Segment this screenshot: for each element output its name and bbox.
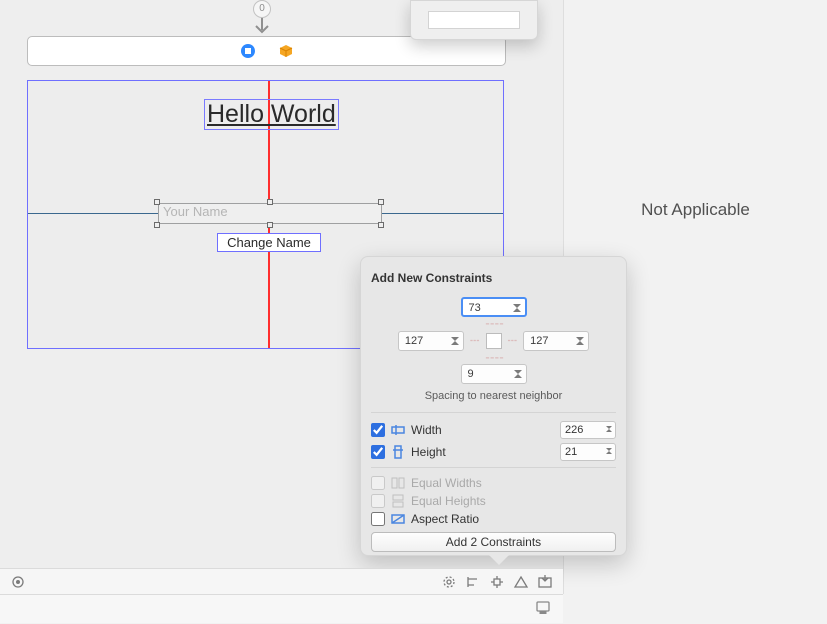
width-value-field[interactable]: 226 xyxy=(560,421,616,439)
top-connector[interactable]: ┊ xyxy=(484,319,503,329)
update-frames-icon[interactable] xyxy=(437,575,461,589)
device-bar xyxy=(0,594,563,623)
trailing-spacing-field[interactable]: 127 xyxy=(523,331,589,351)
device-config-icon[interactable] xyxy=(535,600,551,619)
change-name-button[interactable]: Change Name xyxy=(217,233,321,252)
hello-world-label[interactable]: Hello World xyxy=(204,99,339,130)
constraint-center-box xyxy=(486,333,502,349)
height-value-field[interactable]: 21 xyxy=(560,443,616,461)
name-textfield[interactable]: Your Name xyxy=(158,203,382,224)
canvas-bottom-toolbar xyxy=(0,568,563,594)
popover-title: Add New Constraints xyxy=(371,271,616,285)
adjust-options-icon[interactable] xyxy=(6,575,30,589)
equal-widths-label: Equal Widths xyxy=(411,476,616,490)
width-row: Width 226 xyxy=(371,421,616,439)
selection-handle[interactable] xyxy=(154,199,160,205)
top-spacing-field[interactable]: 73 xyxy=(461,297,527,317)
view-controller-icon[interactable] xyxy=(240,43,256,59)
bottom-connector[interactable]: ┊ xyxy=(484,353,503,363)
width-checkbox[interactable] xyxy=(371,423,385,437)
floating-preview-inner xyxy=(428,11,520,29)
segue-badge: 0 xyxy=(253,0,271,18)
selection-handle[interactable] xyxy=(267,199,273,205)
equal-heights-checkbox xyxy=(371,494,385,508)
equal-heights-label: Equal Heights xyxy=(411,494,616,508)
selection-handle[interactable] xyxy=(378,199,384,205)
height-label: Height xyxy=(411,445,554,459)
aspect-ratio-checkbox[interactable] xyxy=(371,512,385,526)
resolve-issues-icon[interactable] xyxy=(509,575,533,589)
scene-header-toolbar xyxy=(27,36,506,66)
leading-spacing-field[interactable]: 127 xyxy=(398,331,464,351)
height-checkbox[interactable] xyxy=(371,445,385,459)
add-constraints-popover: Add New Constraints 73 ┊ 127 ┄ ┄ 127 ┊ 9… xyxy=(360,256,627,556)
equal-heights-row: Equal Heights xyxy=(371,494,616,508)
height-icon xyxy=(391,445,405,459)
segue-arrow: 0 xyxy=(252,0,272,36)
selection-handle[interactable] xyxy=(267,222,273,228)
align-icon[interactable] xyxy=(461,575,485,589)
equal-heights-icon xyxy=(391,494,405,508)
add-constraints-button[interactable]: Add 2 Constraints xyxy=(371,532,616,552)
first-responder-icon[interactable] xyxy=(278,43,294,59)
inspector-not-applicable: Not Applicable xyxy=(641,200,750,220)
embed-in-icon[interactable] xyxy=(533,575,557,589)
aspect-ratio-label: Aspect Ratio xyxy=(411,512,616,526)
floating-preview xyxy=(410,0,538,40)
height-row: Height 21 xyxy=(371,443,616,461)
selection-handle[interactable] xyxy=(378,222,384,228)
equal-widths-checkbox xyxy=(371,476,385,490)
equal-widths-row: Equal Widths xyxy=(371,476,616,490)
width-icon xyxy=(391,423,405,437)
aspect-ratio-icon xyxy=(391,512,405,526)
spacing-caption: Spacing to nearest neighbor xyxy=(371,390,616,402)
bottom-spacing-field[interactable]: 9 xyxy=(461,364,527,384)
equal-widths-icon xyxy=(391,476,405,490)
popover-tip xyxy=(489,555,509,565)
aspect-ratio-row: Aspect Ratio xyxy=(371,512,616,526)
width-label: Width xyxy=(411,423,554,437)
add-constraints-icon[interactable] xyxy=(485,575,509,589)
trailing-connector[interactable]: ┄ xyxy=(508,331,518,351)
selection-handle[interactable] xyxy=(154,222,160,228)
leading-connector[interactable]: ┄ xyxy=(470,331,480,351)
